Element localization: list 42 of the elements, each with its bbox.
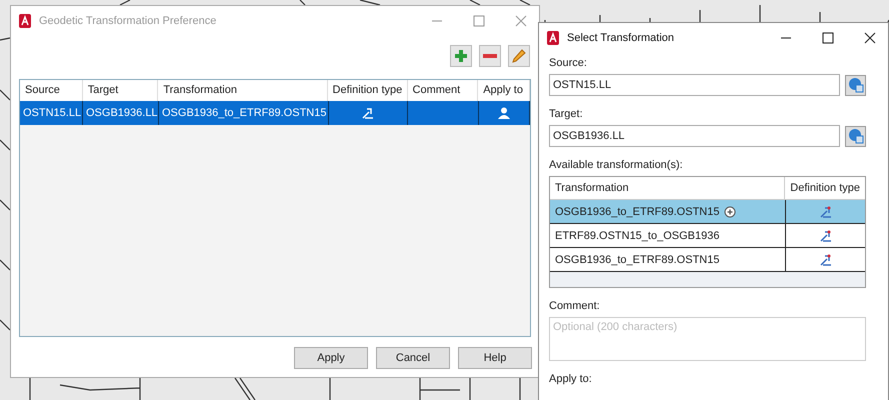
window-title: Geodetic Transformation Preference <box>39 15 218 27</box>
field-label: Available transformation(s): <box>549 159 684 172</box>
close-icon[interactable] <box>864 32 876 44</box>
table-row[interactable]: ETRF89.OSTN15_to_OSGB1936 <box>550 224 865 248</box>
table-cell: ETRF89.OSTN15_to_OSGB1936 <box>555 230 720 242</box>
table-row[interactable]: OSTN15.LL OSGB1936.LL OSGB1936_to_ETRF89.OSTN15 <box>20 101 530 125</box>
table-cell: OSGB1936_to_ETRF89.OSTN15 <box>555 254 720 266</box>
dialog-button[interactable]: Help <box>458 347 532 369</box>
add-button[interactable] <box>450 45 472 67</box>
globe-button[interactable] <box>845 74 866 96</box>
maximize-icon[interactable] <box>822 32 834 44</box>
edit-button[interactable] <box>508 45 530 67</box>
table-cell: OSGB1936.LL <box>83 101 159 125</box>
comment-field[interactable]: Optional (200 characters) <box>549 317 866 361</box>
table-row[interactable]: OSGB1936_to_ETRF89.OSTN15 <box>550 200 865 224</box>
column-header[interactable]: Definition type <box>785 177 865 199</box>
plus-icon <box>454 49 468 63</box>
window-title: Select Transformation <box>567 32 675 44</box>
source-field[interactable]: OSTN15.LL <box>549 74 840 96</box>
dialog-button[interactable]: Apply <box>294 347 368 369</box>
table-cell: OSTN15.LL <box>20 101 83 125</box>
field-label: Comment: <box>549 300 601 313</box>
transform-icon <box>818 228 832 242</box>
transform-icon <box>818 204 832 218</box>
column-header[interactable]: Transformation <box>550 177 786 199</box>
target-field[interactable]: OSGB1936.LL <box>549 125 840 147</box>
remove-button[interactable] <box>479 45 501 67</box>
globe-button[interactable] <box>845 126 866 146</box>
table-cell: OSGB1936_to_ETRF89.OSTN15 <box>159 101 329 125</box>
field-label: Target: <box>549 108 584 121</box>
app-icon <box>547 31 559 45</box>
transform-icon <box>818 252 832 266</box>
field-label: Source: <box>549 57 588 70</box>
transform-icon <box>361 106 376 120</box>
dialog-button[interactable]: Cancel <box>376 347 450 369</box>
field-label: Apply to: <box>549 373 593 386</box>
app-icon <box>19 14 31 28</box>
pencil-icon <box>512 49 526 63</box>
table-cell: OSGB1936_to_ETRF89.OSTN15 <box>555 206 720 218</box>
user-icon <box>496 106 511 120</box>
table-row[interactable]: OSGB1936_to_ETRF89.OSTN15 <box>550 248 865 272</box>
minus-icon <box>483 54 497 58</box>
